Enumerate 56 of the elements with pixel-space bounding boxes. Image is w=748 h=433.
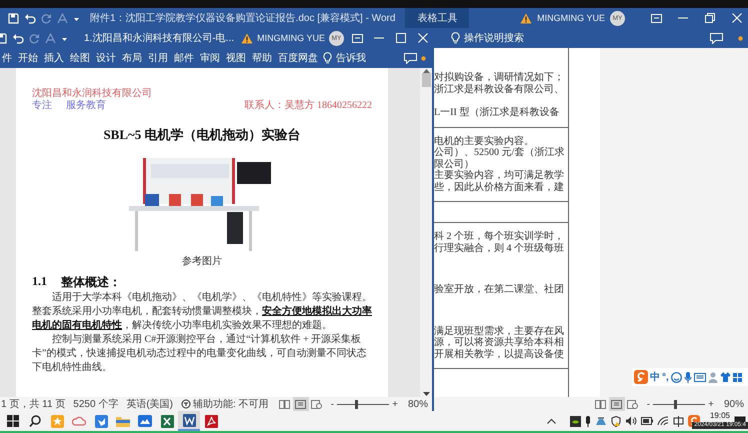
clock[interactable]: 19:05 xyxy=(710,411,730,421)
table-text-line: 电机的主要实验内容。 xyxy=(434,136,534,147)
table-text-line: 对拟购设备，调研情况如下； xyxy=(434,72,565,84)
ribbon-tab[interactable]: 件 xyxy=(1,51,13,65)
ribbon-tab[interactable]: 引用 xyxy=(147,51,169,65)
table-text-line: 些，因此从价格方面来看，建 xyxy=(434,182,565,193)
contact-info: 联系人：吴慧方 18640256222 xyxy=(244,100,372,112)
window-title: 1.沈阳昌和永润科技有限公司-电... xyxy=(84,32,234,45)
tell-me-field[interactable]: 操作说明搜索 xyxy=(451,31,524,45)
company-name: 沈阳昌和永润科技有限公司 xyxy=(32,88,152,100)
table-text-line: 满足现班型需求，主要存在风 xyxy=(434,326,565,336)
zoom-level[interactable]: 80% xyxy=(408,398,428,410)
ribbon-tab[interactable]: 帮助 xyxy=(251,51,273,65)
table-text-line: 公司）、52500 元/套（浙江求 xyxy=(434,147,566,158)
user-name[interactable]: MINGMING YUE xyxy=(257,33,325,43)
table-text-line: 主要实验内容，均可满足教学 xyxy=(434,170,565,182)
table-text-line: 科 2 个班，每个班实训学时， xyxy=(434,231,565,242)
section-heading: 整体概述： xyxy=(61,274,121,291)
table-text-line: 开展相关教学，以提高设备使 xyxy=(434,348,565,360)
language-status[interactable]: 英语(美国) xyxy=(126,397,173,411)
ribbon-tab[interactable]: 百度网盘 xyxy=(277,51,319,65)
body-paragraph: 适用于大学本科《电机拖动》、《电机学》、《电机特性》等实验课程。整套系统采用小功率电机，配套转动惯量调整模块，安全方便地模拟出大功率电机的固有电机特性，解决传统小功率电机实验效果不理想的难题。 xyxy=(32,291,372,333)
zoom-level[interactable]: 90% xyxy=(724,398,744,410)
punctuation-mode[interactable]: °, xyxy=(662,372,669,382)
word-count[interactable]: 5250 个字 xyxy=(73,397,118,411)
ribbon-tab[interactable]: 视图 xyxy=(225,51,247,65)
zoom-in-button[interactable]: + xyxy=(708,398,714,410)
window-title: 附件1：沈阳工学院教学仪器设备购置论证报告.doc [兼容模式] - Word xyxy=(90,12,396,25)
image-caption: 参考图片 xyxy=(181,254,223,268)
table-text-line: L一II 型（浙江求是科教设备 xyxy=(434,107,560,118)
zoom-out-button[interactable]: - xyxy=(330,398,334,410)
ribbon-tab[interactable]: 设计 xyxy=(95,51,117,65)
tell-me-field[interactable]: 告诉我 xyxy=(323,51,366,65)
ribbon-tab[interactable]: 开始 xyxy=(17,51,39,65)
slogan: 专注 xyxy=(32,100,52,112)
heading-number: 1.1 xyxy=(32,274,47,290)
accessibility-status[interactable]: 辅助功能: 不可用 xyxy=(192,397,269,411)
table-text-line: 行理实融合，则 4 个班级每班 xyxy=(434,242,565,254)
zoom-out-button[interactable]: - xyxy=(646,398,650,410)
slogan: 服务教育 xyxy=(66,100,106,112)
ribbon-tab[interactable]: 插入 xyxy=(43,51,65,65)
user-name[interactable]: MINGMING YUE xyxy=(537,13,605,23)
ribbon-tab[interactable]: 绘图 xyxy=(69,51,91,65)
document-title: SBL~5 电机学（电机拖动）实验台 xyxy=(102,126,302,144)
table-text-line: 验室开放，在第二课堂、社团 xyxy=(434,284,565,296)
ribbon-tab[interactable]: 布局 xyxy=(121,51,143,65)
body-paragraph: 控制与测量系统采用 C#开源测控平台，通过“计算机软件 + 开源采集板卡”的模式，快速捕捉电机动态过程中的电量变化曲线，可自动测量不同状态下电机特性曲线。 xyxy=(32,333,368,375)
context-tab[interactable]: 表格工具 xyxy=(405,8,470,28)
ribbon-tab[interactable]: 审阅 xyxy=(199,51,221,65)
table-text-line: 浙江求是科教设备有限公司、 xyxy=(434,84,565,95)
ribbon-tab[interactable]: 邮件 xyxy=(173,51,195,65)
table-text-line: 源，可以将资源共享给本科相 xyxy=(434,337,565,348)
zoom-in-button[interactable]: + xyxy=(392,398,398,410)
input-mode[interactable]: 中 xyxy=(650,370,660,384)
table-text-line: 限公司） xyxy=(434,158,475,170)
page-count[interactable]: 1 页，共 11 页 xyxy=(1,397,66,411)
